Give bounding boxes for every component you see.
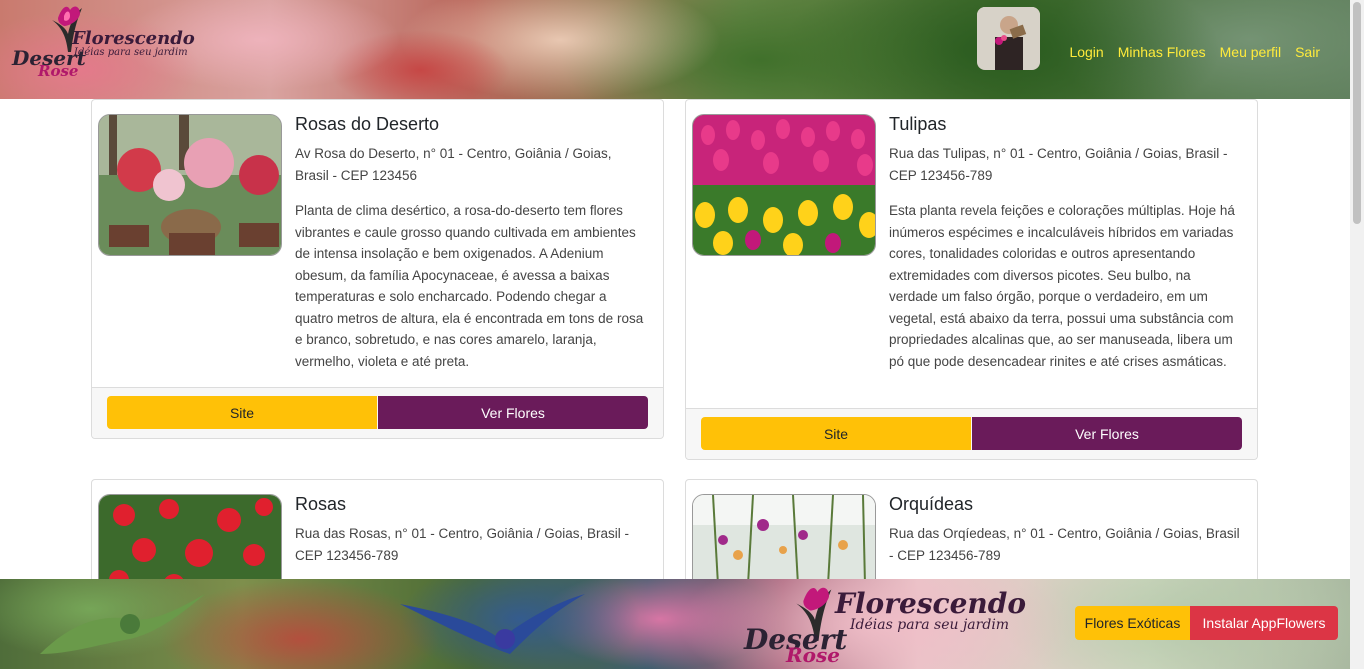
- card-image: [98, 114, 282, 256]
- header-banner: Florescendo Idéias para seu jardim Deser…: [0, 0, 1350, 99]
- scrollbar-thumb[interactable]: [1353, 2, 1361, 224]
- nav-login[interactable]: Login: [1069, 44, 1103, 60]
- footer-logo-brand-rose: Rose: [786, 643, 840, 667]
- site-button[interactable]: Site: [107, 396, 377, 429]
- logo-brand-rose: Rose: [38, 62, 79, 80]
- card-footer: Site Ver Flores: [686, 408, 1257, 459]
- card-description: Planta de clima desértico, a rosa-do-des…: [295, 203, 644, 369]
- site-logo[interactable]: Florescendo Idéias para seu jardim Deser…: [8, 4, 195, 80]
- card-footer: Site Ver Flores: [92, 387, 663, 438]
- logo-tagline: Idéias para seu jardim: [74, 47, 188, 58]
- card-body: Orquídeas Rua das Orqíedeas, n° 01 - Cen…: [889, 494, 1241, 580]
- card-address: Rua das Tulipas, n° 01 - Centro, Goiânia…: [889, 146, 1228, 183]
- flower-card: Rosas do Deserto Av Rosa do Deserto, n° …: [91, 99, 664, 439]
- avatar-image: [977, 7, 1040, 70]
- card-image: [692, 114, 876, 256]
- ver-flores-button[interactable]: Ver Flores: [972, 417, 1242, 450]
- logo-brand-top: Florescendo: [72, 28, 195, 49]
- card-body: Rosas do Deserto Av Rosa do Deserto, n° …: [295, 114, 647, 372]
- card-address: Rua das Orqíedeas, n° 01 - Centro, Goiân…: [889, 526, 1240, 563]
- card-description: Esta planta revela feições e colorações …: [889, 203, 1235, 369]
- flower-card: Tulipas Rua das Tulipas, n° 01 - Centro,…: [685, 99, 1258, 460]
- card-body: Tulipas Rua das Tulipas, n° 01 - Centro,…: [889, 114, 1241, 372]
- nav-sair[interactable]: Sair: [1295, 44, 1320, 60]
- nav-minhas-flores[interactable]: Minhas Flores: [1118, 44, 1206, 60]
- card-address: Rua das Rosas, n° 01 - Centro, Goiânia /…: [295, 526, 630, 563]
- footer-logo: Florescendo Idéias para seu jardim Deser…: [740, 579, 1026, 669]
- hummingbird-icon: [400, 594, 585, 654]
- instalar-appflowers-button[interactable]: Instalar AppFlowers: [1190, 606, 1338, 640]
- hummingbird-icon: [40, 594, 205, 654]
- nav-meu-perfil[interactable]: Meu perfil: [1220, 44, 1281, 60]
- flores-exoticas-button[interactable]: Flores Exóticas: [1075, 606, 1190, 640]
- footer-logo-brand-top: Florescendo: [835, 587, 1026, 620]
- card-address: Av Rosa do Deserto, n° 01 - Centro, Goiâ…: [295, 146, 612, 183]
- user-avatar[interactable]: [977, 7, 1040, 70]
- card-title: Tulipas: [889, 114, 947, 134]
- ver-flores-button[interactable]: Ver Flores: [378, 396, 648, 429]
- card-title: Orquídeas: [889, 494, 974, 514]
- footer-logo-tagline: Idéias para seu jardim: [850, 617, 1010, 633]
- card-title: Rosas: [295, 494, 347, 514]
- page-scrollbar[interactable]: [1350, 0, 1364, 669]
- main-nav: Login Minhas Flores Meu perfil Sair: [1055, 44, 1320, 60]
- site-button[interactable]: Site: [701, 417, 971, 450]
- card-body: Rosas Rua das Rosas, n° 01 - Centro, Goi…: [295, 494, 647, 580]
- card-title: Rosas do Deserto: [295, 114, 440, 134]
